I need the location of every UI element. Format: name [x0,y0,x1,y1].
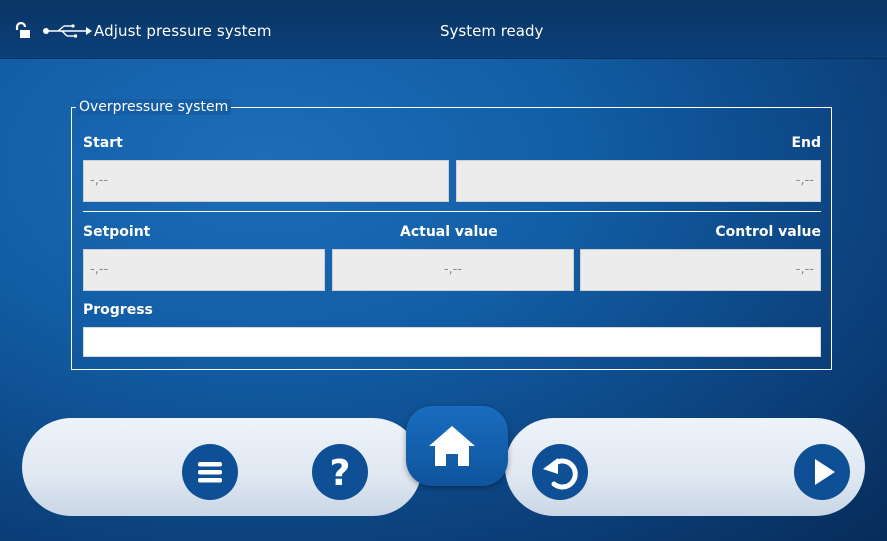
menu-icon [198,462,222,483]
start-field[interactable]: -,-- [83,160,449,202]
home-icon [429,426,475,466]
actual-value-label: Actual value [400,224,498,240]
menu-button[interactable] [182,444,238,500]
play-button[interactable] [794,444,850,500]
lock-open-icon [15,22,30,38]
progress-label: Progress [83,302,153,318]
help-button[interactable]: ? [312,444,368,500]
setpoint-field[interactable]: -,-- [83,249,325,291]
control-value-label: Control value [715,224,821,240]
start-label: Start [83,135,123,151]
play-icon [815,459,835,485]
end-label: End [791,135,821,151]
back-button[interactable] [532,444,588,500]
usb-icon [43,24,92,38]
status-text: System ready [440,22,544,40]
end-field[interactable]: -,-- [456,160,821,202]
help-icon: ? [330,453,351,494]
setpoint-label: Setpoint [83,224,151,240]
progress-bar [83,327,821,357]
title-bar: Adjust pressure system System ready [0,0,887,59]
back-icon [543,458,578,490]
control-value-field: -,-- [580,249,821,291]
page-title: Adjust pressure system [94,22,272,40]
actual-value-field: -,-- [332,249,574,291]
divider [83,211,821,212]
svg-text:?: ? [330,453,351,494]
overpressure-legend: Overpressure system [76,99,232,115]
